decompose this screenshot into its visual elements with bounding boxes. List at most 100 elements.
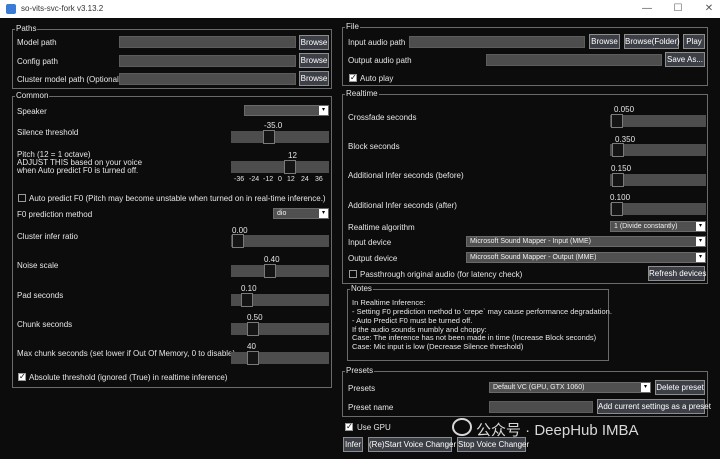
- crossfade-label: Crossfade seconds: [348, 113, 417, 122]
- speaker-select[interactable]: ▾: [244, 105, 329, 116]
- pad-seconds-value: 0.10: [241, 284, 257, 293]
- infer-after-label: Additional Infer seconds (after): [348, 201, 457, 210]
- file-legend: File: [346, 22, 359, 31]
- model-path-input[interactable]: [119, 36, 296, 48]
- delete-preset-button[interactable]: Delete preset: [655, 380, 705, 395]
- input-audio-label: Input audio path: [348, 38, 406, 47]
- pitch-tick: -12: [263, 176, 274, 183]
- input-device-label: Input device: [348, 238, 392, 247]
- infer-button[interactable]: Infer: [343, 437, 363, 452]
- pitch-tick: 24: [301, 176, 309, 183]
- output-audio-input[interactable]: [486, 54, 662, 66]
- f0-method-value: dio: [277, 210, 287, 217]
- minimize-icon[interactable]: —: [637, 2, 657, 16]
- cluster-path-browse-button[interactable]: Browse: [299, 71, 329, 86]
- max-chunk-slider[interactable]: [231, 351, 329, 365]
- noise-scale-thumb[interactable]: [264, 264, 276, 278]
- noise-scale-label: Noise scale: [17, 261, 59, 270]
- pitch-slider[interactable]: [231, 160, 329, 174]
- config-path-label: Config path: [17, 57, 58, 66]
- preset-name-label: Preset name: [348, 403, 394, 412]
- silence-threshold-value: -35.0: [264, 121, 283, 130]
- passthrough-checkbox[interactable]: [349, 270, 357, 278]
- block-seconds-thumb[interactable]: [612, 143, 624, 157]
- add-preset-button[interactable]: Add current settings as a preset: [597, 399, 711, 414]
- input-audio-browse-button[interactable]: Browse: [589, 34, 620, 49]
- auto-predict-label: Auto predict F0 (Pitch may become unstab…: [29, 194, 326, 203]
- algorithm-select[interactable]: 1 (Divide constantly) ▾: [610, 221, 706, 232]
- pad-seconds-label: Pad seconds: [17, 291, 64, 300]
- infer-after-slider[interactable]: [610, 202, 706, 216]
- crossfade-slider[interactable]: [610, 114, 706, 128]
- silence-threshold-slider[interactable]: [231, 130, 329, 144]
- cluster-ratio-slider[interactable]: [231, 234, 329, 248]
- f0-method-select[interactable]: dio ▾: [273, 208, 329, 219]
- wechat-icon: [452, 418, 472, 436]
- noise-scale-value: 0.40: [264, 255, 280, 264]
- input-audio-input[interactable]: [409, 36, 585, 48]
- cluster-ratio-thumb[interactable]: [232, 234, 244, 248]
- paths-legend: Paths: [16, 24, 37, 33]
- pad-seconds-slider[interactable]: [231, 293, 329, 307]
- pitch-tick: -36: [234, 176, 245, 183]
- close-icon[interactable]: ✕: [699, 2, 719, 16]
- block-seconds-slider[interactable]: [610, 143, 706, 157]
- input-audio-browse-folder-button[interactable]: Browse(Folder): [624, 34, 680, 49]
- play-button[interactable]: Play: [683, 34, 705, 49]
- pitch-tick: 12: [287, 176, 295, 183]
- auto-play-label: Auto play: [360, 74, 394, 83]
- model-path-browse-button[interactable]: Browse: [299, 35, 329, 50]
- cluster-path-label: Cluster model path (Optional): [17, 75, 122, 84]
- dropdown-arrow-icon: ▾: [319, 106, 328, 115]
- crossfade-thumb[interactable]: [611, 114, 623, 128]
- cluster-path-input[interactable]: [119, 73, 296, 85]
- maximize-icon[interactable]: ☐: [668, 2, 688, 16]
- noise-scale-slider[interactable]: [231, 264, 329, 278]
- auto-play-checkbox[interactable]: [349, 73, 357, 82]
- presets-select[interactable]: Default VC (GPU, GTX 1060) ▾: [489, 382, 651, 393]
- config-path-browse-button[interactable]: Browse: [299, 53, 329, 68]
- infer-before-value: 0.150: [611, 164, 632, 173]
- restart-voice-changer-button[interactable]: (Re)Start Voice Changer: [368, 437, 456, 452]
- max-chunk-thumb[interactable]: [247, 351, 259, 365]
- refresh-devices-button[interactable]: Refresh devices: [648, 266, 706, 281]
- input-device-value: Microsoft Sound Mapper - Input (MME): [470, 238, 591, 245]
- use-gpu-label: Use GPU: [357, 423, 391, 432]
- pitch-thumb[interactable]: [284, 160, 296, 174]
- pitch-value: 12: [288, 151, 297, 160]
- chunk-seconds-slider[interactable]: [231, 322, 329, 336]
- dropdown-arrow-icon: ▾: [696, 222, 705, 231]
- pitch-tick: 36: [315, 176, 323, 183]
- preset-name-input[interactable]: [489, 401, 593, 413]
- chunk-seconds-value: 0.50: [247, 313, 263, 322]
- notes-line: In Realtime Inference:: [352, 298, 426, 307]
- config-path-input[interactable]: [119, 55, 296, 67]
- algorithm-label: Realtime algorithm: [348, 223, 415, 232]
- cluster-ratio-label: Cluster infer ratio: [17, 232, 78, 241]
- infer-before-slider[interactable]: [610, 173, 706, 187]
- use-gpu-checkbox[interactable]: [345, 422, 353, 431]
- passthrough-label: Passthrough original audio (for latency …: [360, 270, 523, 279]
- chunk-seconds-thumb[interactable]: [247, 322, 259, 336]
- infer-after-thumb[interactable]: [611, 202, 623, 216]
- output-device-select[interactable]: Microsoft Sound Mapper - Output (MME) ▾: [466, 252, 706, 263]
- absolute-threshold-label: Absolute threshold (ignored (True) in re…: [29, 373, 228, 382]
- infer-after-value: 0.100: [610, 193, 631, 202]
- silence-threshold-thumb[interactable]: [263, 130, 275, 144]
- notes-line: - Setting F0 prediction method to 'crepe…: [352, 307, 612, 316]
- silence-threshold-label: Silence threshold: [17, 128, 79, 137]
- pad-seconds-thumb[interactable]: [241, 293, 253, 307]
- max-chunk-label: Max chunk seconds (set lower if Out Of M…: [17, 349, 236, 358]
- absolute-threshold-checkbox[interactable]: [18, 372, 26, 381]
- infer-before-thumb[interactable]: [612, 173, 624, 187]
- input-device-select[interactable]: Microsoft Sound Mapper - Input (MME) ▾: [466, 236, 706, 247]
- presets-label: Presets: [348, 384, 376, 393]
- dropdown-arrow-icon: ▾: [696, 237, 705, 246]
- title-bar: so-vits-svc-fork v3.13.2 — ☐ ✕: [0, 0, 720, 18]
- realtime-legend: Realtime: [346, 89, 378, 98]
- max-chunk-value: 40: [247, 342, 256, 351]
- save-as-button[interactable]: Save As...: [665, 52, 705, 67]
- auto-predict-checkbox[interactable]: [18, 194, 26, 202]
- common-legend: Common: [16, 91, 49, 100]
- dropdown-arrow-icon: ▾: [696, 253, 705, 262]
